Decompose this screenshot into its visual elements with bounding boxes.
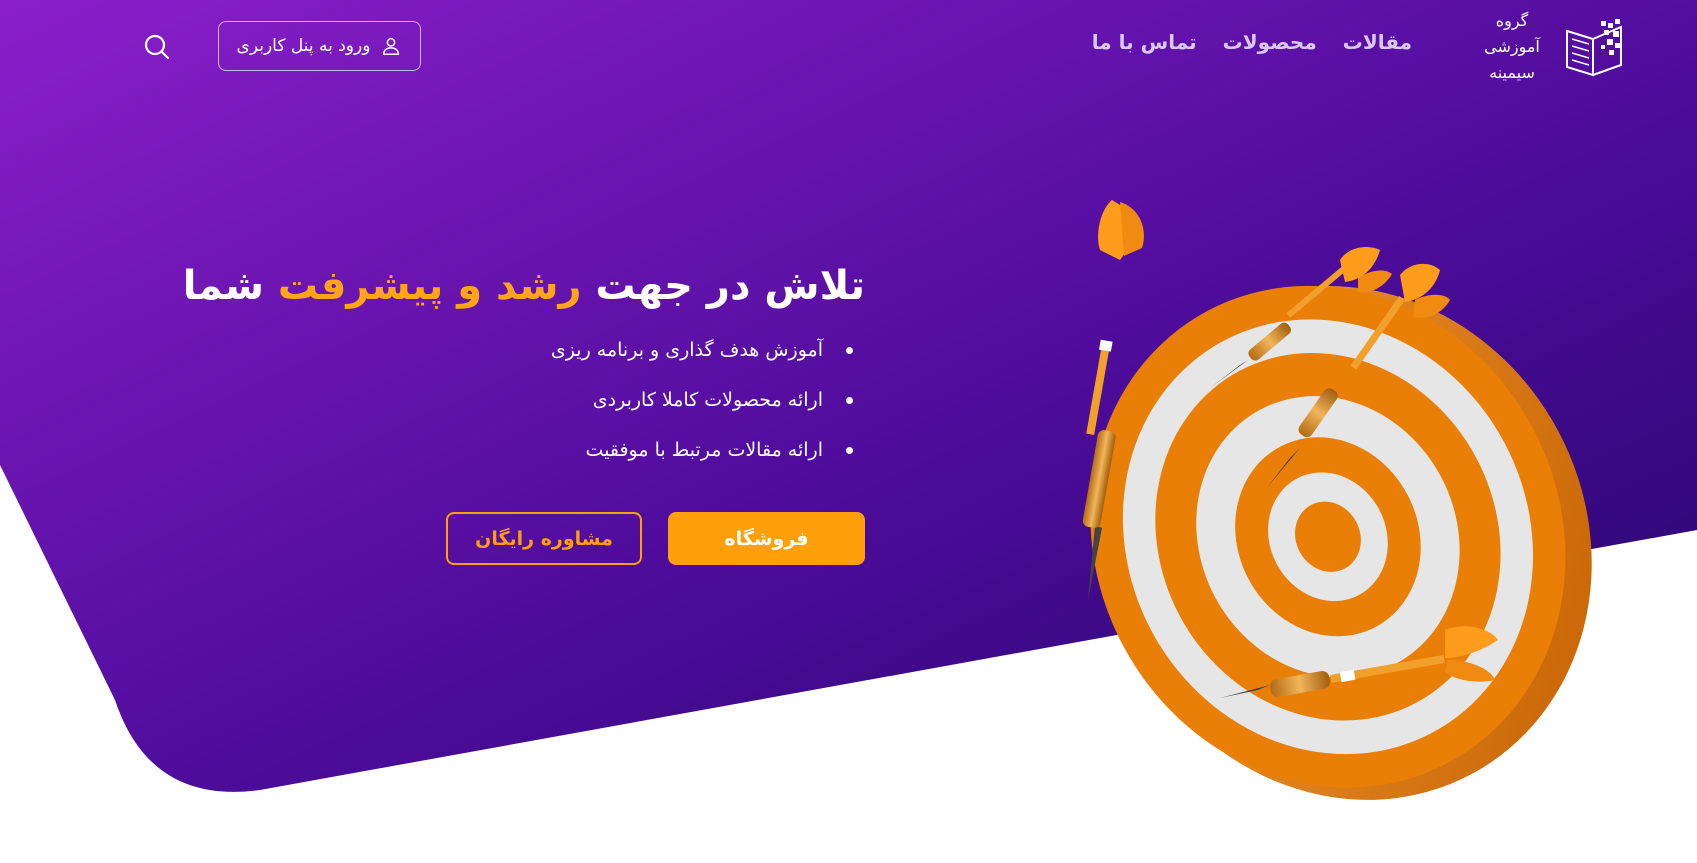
- shop-button[interactable]: فروشگاه: [668, 512, 865, 565]
- hero-title: تلاش در جهت رشد و پیشرفت شما: [183, 255, 865, 317]
- login-button[interactable]: ورود به پنل کاربری: [218, 21, 421, 71]
- logo-line-1: گروه آموزشی: [1484, 11, 1540, 56]
- hero-content: تلاش در جهت رشد و پیشرفت شما آموزش هدف گ…: [183, 255, 865, 565]
- feature-item: ارائه محصولات کاملا کاربردی: [265, 385, 853, 435]
- site-header: گروه آموزشی سیمینه مقالات محصولات تماس ب…: [0, 0, 1697, 95]
- search-icon[interactable]: [143, 33, 171, 61]
- main-nav: مقالات محصولات تماس با ما: [1092, 30, 1412, 54]
- free-consultation-button[interactable]: مشاوره رایگان: [446, 512, 642, 565]
- logo-text: گروه آموزشی سیمینه: [1469, 8, 1555, 86]
- hero-title-part-1: تلاش در جهت: [581, 263, 865, 309]
- site-logo[interactable]: گروه آموزشی سیمینه: [1467, 11, 1627, 82]
- login-button-label: ورود به پنل کاربری: [236, 36, 371, 56]
- logo-line-2: سیمینه: [1489, 63, 1535, 82]
- feature-item: آموزش هدف گذاری و برنامه ریزی: [265, 335, 853, 385]
- hero-title-part-2: شما: [182, 263, 278, 309]
- nav-item-products[interactable]: محصولات: [1223, 30, 1317, 54]
- cta-buttons: فروشگاه مشاوره رایگان: [446, 512, 865, 565]
- nav-item-articles[interactable]: مقالات: [1343, 30, 1412, 54]
- feature-list: آموزش هدف گذاری و برنامه ریزی ارائه محصو…: [265, 335, 853, 485]
- dartboard-with-darts-illustration: [1082, 200, 1592, 800]
- feature-item: ارائه مقالات مرتبط با موفقیت: [265, 435, 853, 485]
- book-pixel-logo-icon: [1566, 19, 1622, 77]
- user-icon: [383, 37, 400, 55]
- hero-title-accent: رشد و پیشرفت: [277, 263, 582, 309]
- nav-item-contact[interactable]: تماس با ما: [1092, 30, 1197, 54]
